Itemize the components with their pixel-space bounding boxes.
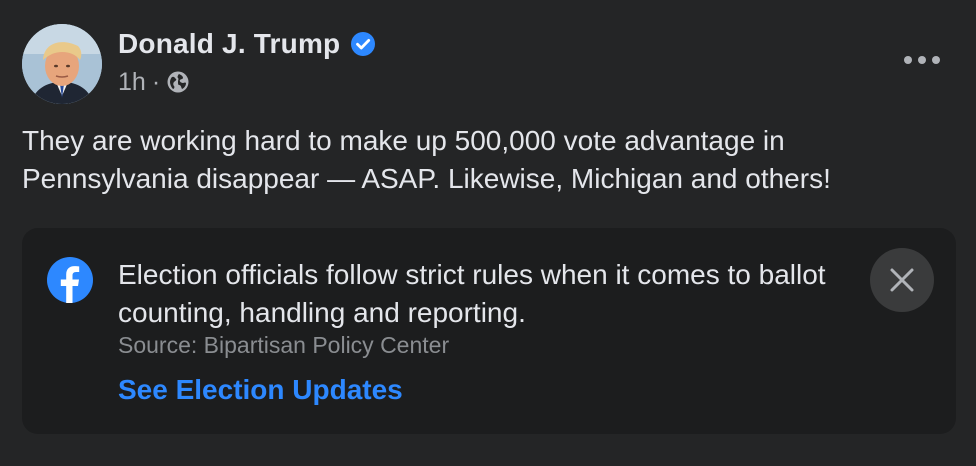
- more-options-icon-dot: [932, 56, 940, 64]
- see-election-updates-link[interactable]: See Election Updates: [118, 374, 403, 406]
- facebook-logo-icon: [47, 257, 93, 303]
- meta-separator: ·: [151, 67, 161, 96]
- post-text: They are working hard to make up 500,000…: [22, 125, 831, 194]
- author-row: Donald J. Trump: [118, 26, 376, 62]
- facebook-post: Donald J. Trump 1h · They are working ha…: [0, 0, 976, 466]
- info-card-message: Election officials follow strict rules w…: [118, 259, 826, 328]
- election-info-card: Election officials follow strict rules w…: [22, 228, 956, 434]
- close-icon: [890, 268, 914, 292]
- profile-photo: [22, 24, 102, 104]
- post-meta: 1h ·: [118, 66, 190, 98]
- close-button[interactable]: [870, 248, 934, 312]
- more-options-icon-dot: [918, 56, 926, 64]
- avatar[interactable]: [22, 24, 102, 104]
- more-options-icon-dot: [904, 56, 912, 64]
- verified-badge-icon: [351, 32, 376, 56]
- info-card-source: Source: Bipartisan Policy Center: [118, 332, 450, 358]
- post-timestamp[interactable]: 1h: [118, 68, 146, 97]
- more-options-button[interactable]: [904, 48, 940, 72]
- globe-icon[interactable]: [166, 70, 190, 94]
- author-name[interactable]: Donald J. Trump: [118, 28, 340, 60]
